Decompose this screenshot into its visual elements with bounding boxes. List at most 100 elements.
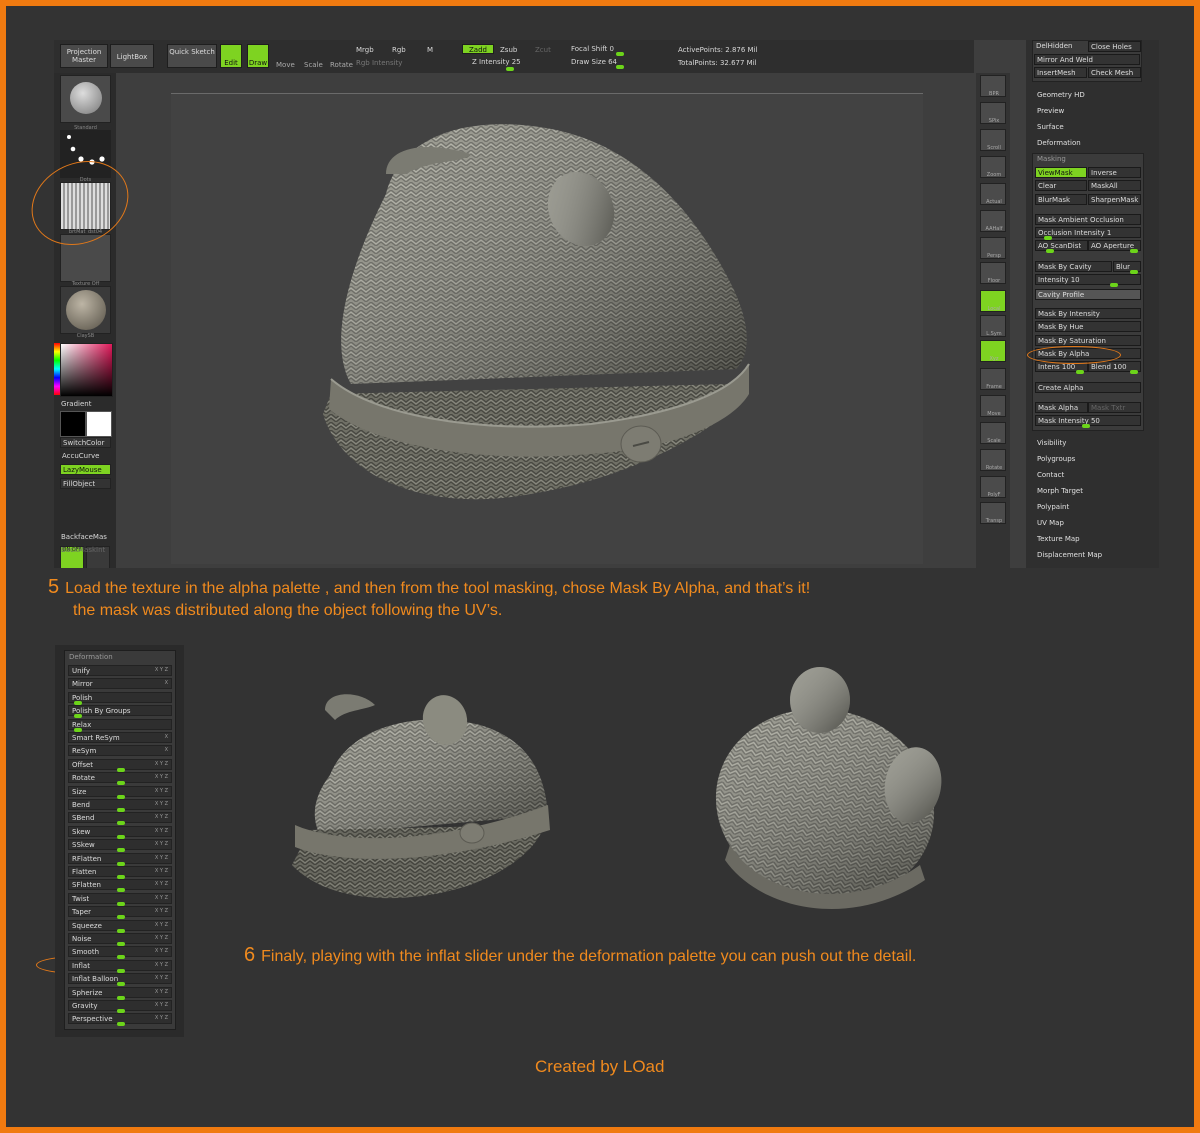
ao-scandist-slider[interactable]: AO ScanDist — [1035, 240, 1088, 251]
deformation-slider-handle[interactable] — [117, 834, 125, 839]
deformation-slider-handle[interactable] — [73, 700, 82, 705]
axis-toggles[interactable]: X Y Z — [155, 962, 168, 968]
shelf-button-transp[interactable]: Transp — [980, 502, 1006, 524]
deformation-slider-handle[interactable] — [117, 861, 125, 866]
axis-toggles[interactable]: X Y Z — [155, 895, 168, 901]
deformation-slider-handle[interactable] — [117, 915, 125, 920]
menu-visibility[interactable]: Visibility — [1037, 439, 1066, 447]
shelf-button-polyf[interactable]: PolyF — [980, 476, 1006, 498]
material-thumbnail[interactable] — [60, 286, 111, 334]
move-button[interactable]: Move — [276, 61, 295, 69]
shelf-button-scale[interactable]: Scale — [980, 422, 1006, 444]
accucurve-button[interactable]: AccuCurve — [60, 451, 111, 462]
maskall-button[interactable]: MaskAll — [1088, 180, 1141, 191]
mask-intensity-handle[interactable] — [1082, 424, 1090, 428]
blurmask-button[interactable]: BlurMask — [1035, 194, 1087, 205]
create-alpha-button[interactable]: Create Alpha — [1035, 382, 1141, 393]
deformation-slider-handle[interactable] — [117, 781, 125, 786]
deformation-row-sskew[interactable]: SSkew X Y Z — [68, 839, 172, 853]
axis-toggles[interactable]: X — [165, 680, 168, 686]
deformation-slider-handle[interactable] — [117, 767, 125, 772]
zcut-button[interactable]: Zcut — [535, 46, 551, 54]
menu-geometry-hd[interactable]: Geometry HD — [1037, 91, 1085, 99]
insertmesh-button[interactable]: InsertMesh — [1034, 67, 1087, 78]
deformation-slider-handle[interactable] — [117, 888, 125, 893]
lightbox-button[interactable]: LightBox — [110, 44, 154, 68]
deformation-slider-handle[interactable] — [117, 794, 125, 799]
main-color-swatch[interactable] — [60, 411, 86, 437]
cavity-intensity-handle[interactable] — [1110, 283, 1118, 287]
scale-button[interactable]: Scale — [304, 61, 323, 69]
menu-polypaint[interactable]: Polypaint — [1037, 503, 1069, 511]
hue-bar[interactable] — [54, 343, 60, 395]
deformation-row-squeeze[interactable]: Squeeze X Y Z — [68, 919, 172, 933]
check-mesh-button[interactable]: Check Mesh — [1088, 67, 1141, 78]
menu-contact[interactable]: Contact — [1037, 471, 1064, 479]
shelf-button-frame[interactable]: Frame — [980, 368, 1006, 390]
deformation-slider-handle[interactable] — [73, 714, 82, 719]
deformation-row-perspective[interactable]: Perspective X Y Z — [68, 1013, 172, 1027]
deformation-row-spherize[interactable]: Spherize X Y Z — [68, 986, 172, 1000]
zadd-button[interactable]: Zadd — [462, 44, 494, 54]
shelf-button-persp[interactable]: Persp — [980, 237, 1006, 259]
deformation-row-polish-by-groups[interactable]: Polish By Groups — [68, 705, 172, 719]
shelf-button-bpr[interactable]: BPR — [980, 75, 1006, 97]
axis-toggles[interactable]: X Y Z — [155, 989, 168, 995]
brush-thumbnail[interactable] — [60, 75, 111, 123]
menu-polygroups[interactable]: Polygroups — [1037, 455, 1075, 463]
deformation-row-gravity[interactable]: Gravity X Y Z — [68, 1000, 172, 1013]
mask-by-saturation-button[interactable]: Mask By Saturation — [1035, 335, 1141, 346]
close-holes-button[interactable]: Close Holes — [1088, 41, 1141, 52]
m-button[interactable]: M — [427, 46, 433, 54]
deformation-slider-handle[interactable] — [117, 928, 125, 933]
deformation-row-noise[interactable]: Noise X Y Z — [68, 933, 172, 946]
deformation-slider-handle[interactable] — [117, 995, 125, 1000]
mask-by-hue-button[interactable]: Mask By Hue — [1035, 321, 1141, 332]
focal-shift-handle[interactable] — [616, 52, 624, 56]
menu-surface[interactable]: Surface — [1037, 123, 1064, 131]
clear-mask-button[interactable]: Clear — [1035, 180, 1087, 191]
mask-alpha-button[interactable]: Mask Alpha — [1035, 402, 1088, 413]
deformation-slider-handle[interactable] — [117, 901, 125, 906]
axis-toggles[interactable]: X Y Z — [155, 922, 168, 928]
axis-toggles[interactable]: X Y Z — [155, 1002, 168, 1008]
axis-toggles[interactable]: X Y Z — [155, 814, 168, 820]
draw-button[interactable]: Draw — [247, 44, 269, 68]
delhidden-button[interactable]: DelHidden — [1034, 41, 1087, 52]
deformation-row-rotate[interactable]: Rotate X Y Z — [68, 772, 172, 786]
deformation-slider-handle[interactable] — [117, 1009, 125, 1013]
projection-master-button[interactable]: Projection Master — [60, 44, 108, 68]
edit-button[interactable]: Edit — [220, 44, 242, 68]
color-picker[interactable] — [60, 343, 113, 397]
axis-toggles[interactable]: X — [165, 734, 168, 740]
shelf-button-xyz[interactable]: Xyz — [980, 340, 1006, 362]
draw-size-handle[interactable] — [616, 65, 624, 69]
deformation-row-offset[interactable]: Offset X Y Z — [68, 758, 172, 772]
deformation-row-flatten[interactable]: Flatten X Y Z — [68, 866, 172, 879]
shelf-button-floor[interactable]: Floor — [980, 262, 1006, 284]
axis-toggles[interactable]: X Y Z — [155, 855, 168, 861]
shelf-button-zoom[interactable]: Zoom — [980, 156, 1006, 178]
sharpenmask-button[interactable]: SharpenMask — [1088, 194, 1141, 205]
deformation-row-taper[interactable]: Taper X Y Z — [68, 906, 172, 920]
gradient-label[interactable]: Gradient — [61, 400, 91, 408]
shelf-button-rotate[interactable]: Rotate — [980, 449, 1006, 471]
axis-toggles[interactable]: X Y Z — [155, 828, 168, 834]
deformation-row-unify[interactable]: Unify X Y Z — [68, 665, 172, 676]
zsub-button[interactable]: Zsub — [500, 46, 517, 54]
ao-scandist-handle[interactable] — [1046, 249, 1054, 253]
shelf-button-spix[interactable]: SPix — [980, 102, 1006, 124]
deformation-row-skew[interactable]: Skew X Y Z — [68, 825, 172, 839]
deformation-slider-handle[interactable] — [117, 955, 125, 960]
rgb-button[interactable]: Rgb — [392, 46, 406, 54]
deformation-slider-handle[interactable] — [117, 942, 125, 946]
axis-toggles[interactable]: X Y Z — [155, 1015, 168, 1021]
deformation-row-smooth[interactable]: Smooth X Y Z — [68, 946, 172, 960]
menu-texture-map[interactable]: Texture Map — [1037, 535, 1080, 543]
deformation-title[interactable]: Deformation — [69, 653, 113, 661]
axis-toggles[interactable]: X Y Z — [155, 761, 168, 767]
axis-toggles[interactable]: X Y Z — [155, 667, 168, 673]
axis-toggles[interactable]: X Y Z — [155, 801, 168, 807]
fillobject-button[interactable]: FillObject — [60, 478, 111, 489]
menu-morph-target[interactable]: Morph Target — [1037, 487, 1083, 495]
